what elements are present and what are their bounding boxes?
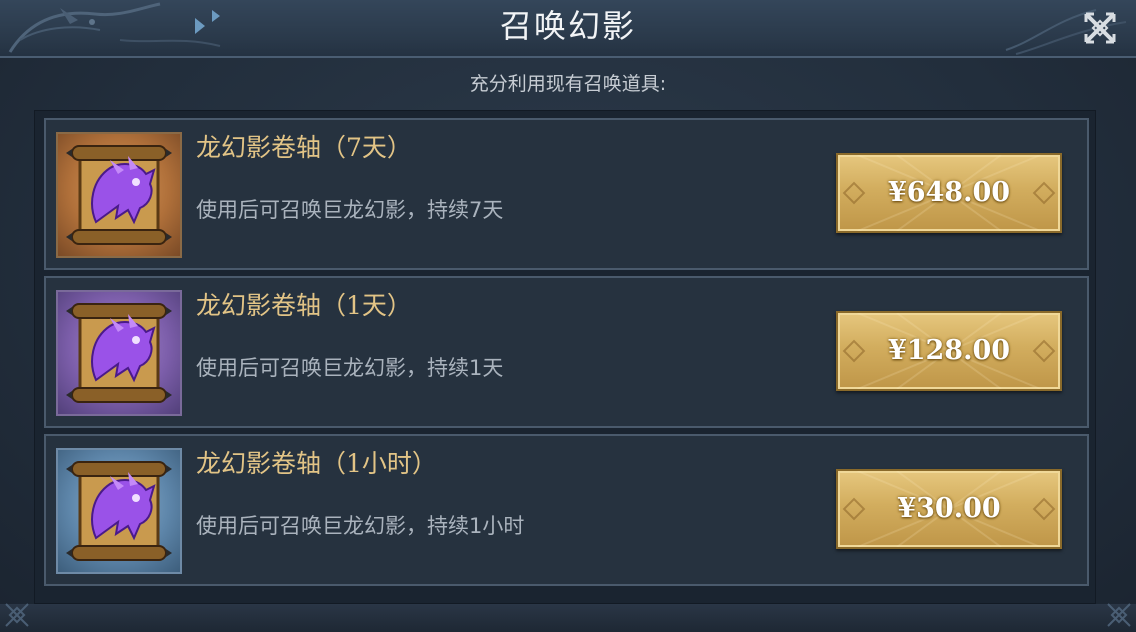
- summon-phantom-window: 召唤幻影 充分利用现有召唤道具: 龙幻影卷轴（7天） 使用后可召唤巨龙幻影，持续…: [0, 0, 1136, 632]
- window-frame-bottom: [0, 603, 1136, 632]
- price-label: ¥128.00: [887, 335, 1011, 366]
- item-name: 龙幻影卷轴（7天）: [196, 133, 412, 162]
- corner-ornament-icon: [1107, 603, 1131, 627]
- item-name: 龙幻影卷轴（1天）: [196, 291, 412, 320]
- dragon-scroll-icon: [66, 145, 172, 245]
- item-description: 使用后可召唤巨龙幻影，持续7天: [196, 198, 504, 222]
- buy-button[interactable]: ¥648.00: [836, 153, 1062, 233]
- close-icon: [1084, 12, 1116, 44]
- window-title: 召唤幻影: [499, 7, 636, 45]
- list-item: 龙幻影卷轴（1天） 使用后可召唤巨龙幻影，持续1天 ¥128.00: [44, 276, 1089, 428]
- list-item: 龙幻影卷轴（7天） 使用后可召唤巨龙幻影，持续7天 ¥648.00: [44, 118, 1089, 270]
- subtitle: 充分利用现有召唤道具:: [469, 73, 667, 95]
- buy-button[interactable]: ¥30.00: [836, 469, 1062, 549]
- list-item: 龙幻影卷轴（1小时） 使用后可召唤巨龙幻影，持续1小时 ¥30.00: [44, 434, 1089, 586]
- corner-ornament-icon: [5, 603, 29, 627]
- item-list: 龙幻影卷轴（7天） 使用后可召唤巨龙幻影，持续7天 ¥648.00 龙幻影卷轴（…: [34, 110, 1096, 604]
- dragon-scroll-icon: [66, 303, 172, 403]
- item-icon-frame[interactable]: [56, 132, 182, 258]
- item-name: 龙幻影卷轴（1小时）: [196, 449, 437, 478]
- item-description: 使用后可召唤巨龙幻影，持续1天: [196, 356, 504, 380]
- window-header: 召唤幻影: [0, 0, 1136, 58]
- item-icon-frame[interactable]: [56, 290, 182, 416]
- buy-button[interactable]: ¥128.00: [836, 311, 1062, 391]
- dragon-scroll-icon: [66, 461, 172, 561]
- item-icon-frame[interactable]: [56, 448, 182, 574]
- close-button[interactable]: [1080, 8, 1120, 48]
- item-description: 使用后可召唤巨龙幻影，持续1小时: [196, 514, 525, 538]
- price-label: ¥30.00: [897, 493, 1001, 524]
- price-label: ¥648.00: [887, 177, 1011, 208]
